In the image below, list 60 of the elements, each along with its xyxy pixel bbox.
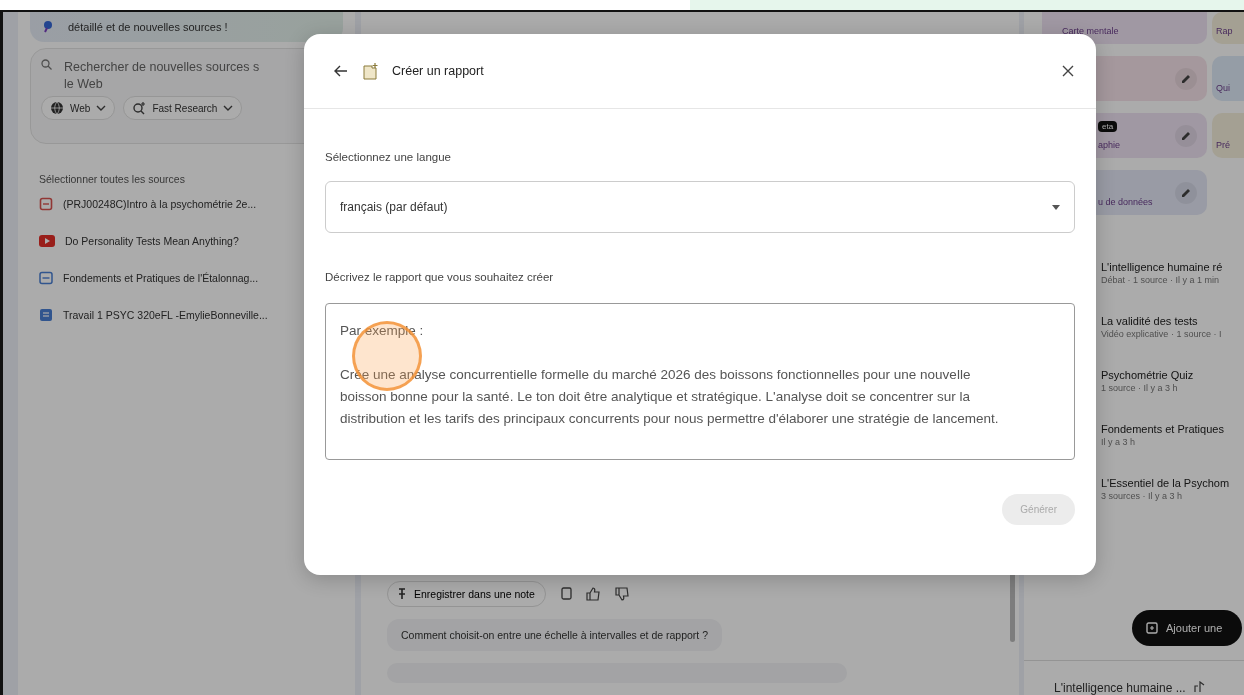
note-meta: Débat · 1 source · Il y a 1 min (1101, 275, 1221, 285)
pencil-icon (1180, 73, 1192, 85)
note-icon (1146, 622, 1158, 634)
search-placeholder: Rechercher de nouvelles sources s le Web (64, 59, 260, 93)
suggested-question[interactable]: Comment choisit-on entre une échelle à intervalles et de rapport ? (387, 619, 722, 651)
save-to-note-button[interactable]: Enregistrer dans une note (387, 581, 546, 607)
source-type-dropdown[interactable]: Web (41, 96, 116, 120)
tile-label: Carte mentale (1062, 26, 1119, 36)
document-icon (39, 196, 53, 211)
chevron-down-icon (223, 105, 234, 111)
field-label: Décrivez le rapport que vous souhaitez créer (325, 271, 554, 283)
back-arrow-icon[interactable] (334, 65, 348, 77)
language-select[interactable]: français (par défaut) (325, 181, 1075, 233)
studio-tile[interactable]: Qui (1212, 56, 1244, 101)
thumbs-down-icon[interactable] (614, 587, 630, 601)
video-play-icon (39, 234, 55, 247)
pin-icon (398, 588, 406, 600)
research-mode-dropdown[interactable]: Fast Research (123, 96, 243, 120)
field-label: Sélectionnez une langue (325, 151, 451, 163)
copy-icon[interactable] (559, 587, 572, 601)
tile-label: Pré (1216, 140, 1230, 150)
note-meta: Vidéo explicative · 1 source · I (1101, 329, 1223, 339)
document-icon (39, 307, 53, 322)
thumbs-up-icon[interactable] (585, 587, 601, 601)
studio-tile[interactable]: Pré (1212, 113, 1244, 158)
note-title[interactable]: L'intelligence humaine ... (1054, 681, 1186, 695)
note-meta: Il y a 3 h (1101, 437, 1137, 447)
tile-label: Rap (1216, 26, 1233, 36)
tile-label: aphie (1098, 140, 1121, 150)
document-icon (39, 270, 53, 285)
note-meta: 3 sources · Il y a 3 h (1101, 491, 1184, 501)
studio-tile[interactable]: Rap (1212, 12, 1244, 44)
source-title[interactable]: Travail 1 PSYC 320eFL -EmylieBonneville... (63, 308, 268, 321)
note-meta: 1 source · Il y a 3 h (1101, 383, 1179, 393)
beta-badge: eta (1098, 121, 1118, 132)
select-all-label[interactable]: Sélectionner toutes les sources (39, 173, 185, 185)
pencil-icon (1180, 130, 1192, 142)
pin-icon (42, 20, 54, 34)
search-icon (41, 59, 52, 70)
note-title[interactable]: L'Essentiel de la Psychom (1101, 477, 1244, 489)
note-title[interactable]: Fondements et Pratiques (1101, 423, 1244, 435)
source-title[interactable]: Fondements et Pratiques de l'Étalonnag... (63, 271, 259, 284)
report-icon (362, 62, 378, 80)
pencil-icon (1180, 187, 1192, 199)
banner-text: détaillé et de nouvelles sources ! (68, 21, 228, 33)
tile-label: Qui (1216, 83, 1230, 93)
share-icon[interactable] (1193, 681, 1206, 693)
source-title[interactable]: (PRJ00248C)Intro à la psychométrie 2e... (63, 197, 257, 210)
add-note-button[interactable]: Ajouter une (1132, 610, 1243, 646)
globe-icon (50, 101, 64, 115)
note-title[interactable]: L'intelligence humaine ré (1101, 261, 1244, 273)
dropdown-caret-icon (1052, 204, 1060, 210)
search-sparkle-icon (132, 101, 147, 115)
note-title[interactable]: La validité des tests (1101, 315, 1244, 327)
close-icon[interactable] (1062, 65, 1074, 77)
note-title[interactable]: Psychométrie Quiz (1101, 369, 1244, 381)
tile-label: u de données (1098, 197, 1153, 207)
source-title[interactable]: Do Personality Tests Mean Anything? (65, 234, 239, 247)
chevron-down-icon (96, 105, 107, 111)
dialog-title: Créer un rapport (392, 64, 485, 78)
